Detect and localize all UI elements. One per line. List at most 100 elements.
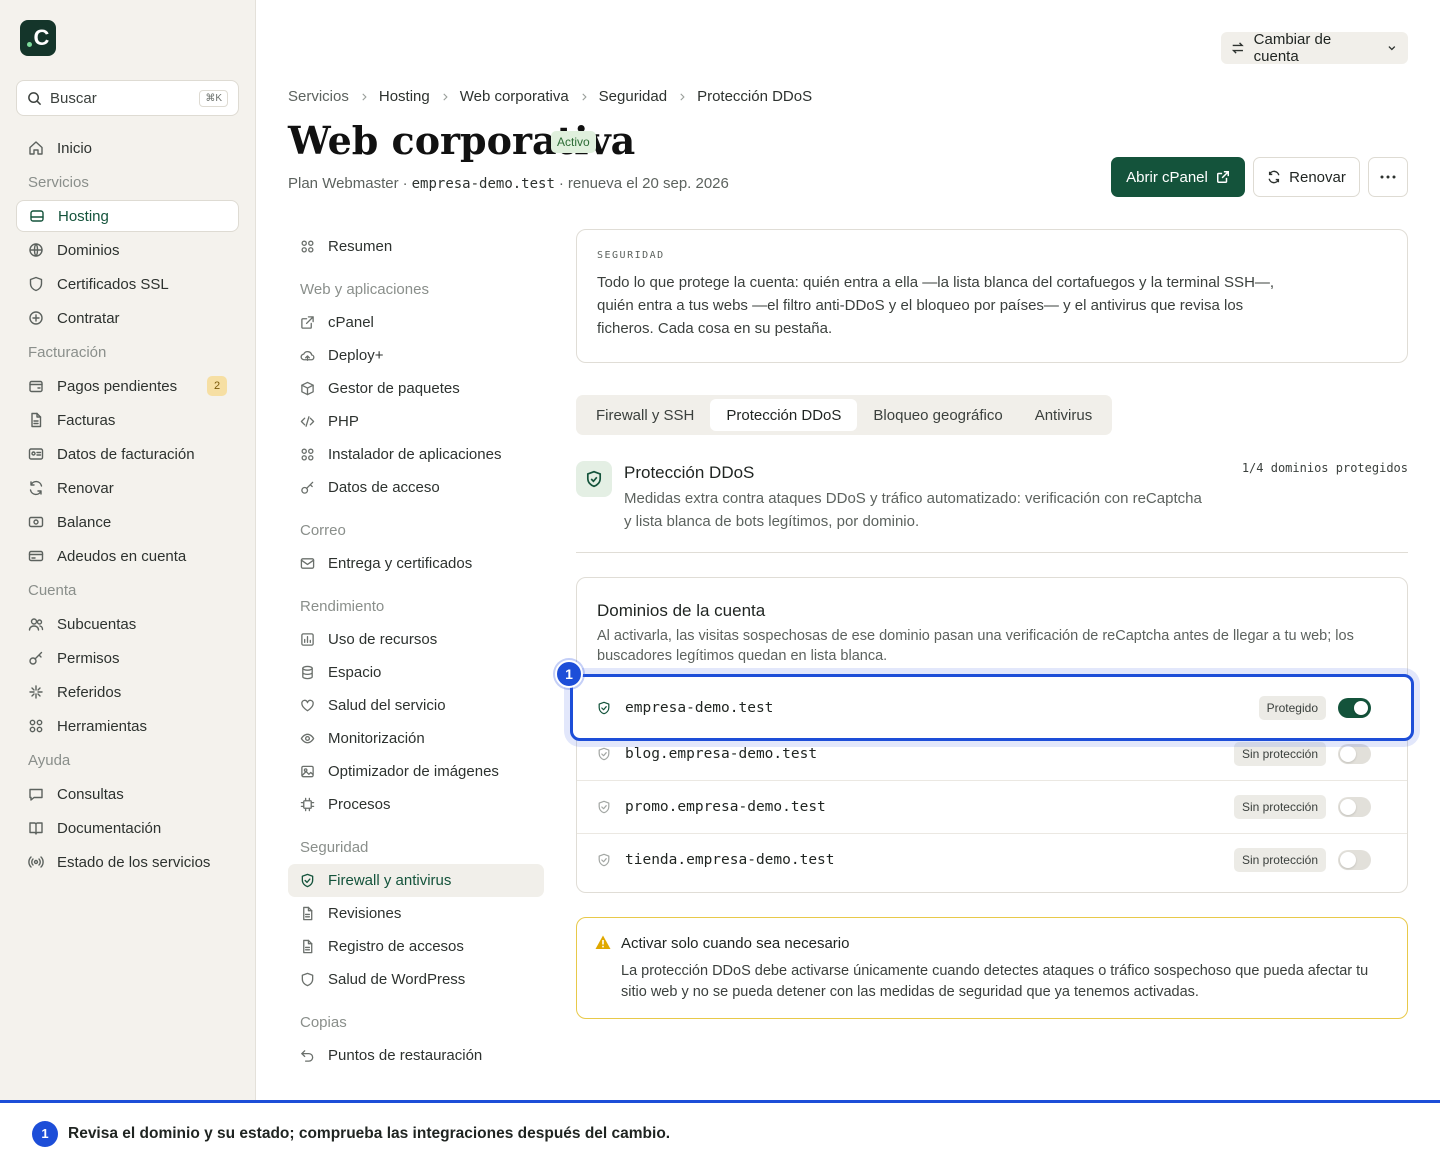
sidebar-item-certificados-ssl[interactable]: Certificados SSL (16, 268, 239, 300)
subnav-item-deploy[interactable]: Deploy+ (288, 339, 544, 372)
subnav-item-label: Salud de WordPress (328, 971, 466, 988)
shield-icon (28, 276, 44, 292)
status-badge: Activo (551, 131, 596, 153)
sidebar-item-adeudos-en-cuenta[interactable]: Adeudos en cuenta (16, 540, 239, 572)
credit-card-icon (28, 548, 44, 564)
subnav-item-entrega-y-certificados[interactable]: Entrega y certificados (288, 547, 544, 580)
subnav-item-firewall-y-antivirus[interactable]: Firewall y antivirus (288, 864, 544, 897)
breadcrumb-item-web-corporativa[interactable]: Web corporativa (460, 88, 569, 105)
tab-firewall-y-ssh[interactable]: Firewall y SSH (580, 399, 710, 431)
domain-name: blog.empresa-demo.test (625, 746, 818, 762)
ddos-toggle[interactable] (1338, 797, 1371, 817)
domain-name: empresa-demo.test (625, 699, 774, 716)
id-card-icon (28, 446, 44, 462)
subnav-item-registro-de-accesos[interactable]: Registro de accesos (288, 930, 544, 963)
chevron-down-icon (1388, 46, 1396, 51)
sidebar: C Buscar ⌘K Inicio Servicios Hosting Domini… (0, 0, 256, 1100)
subnav-item-label: Resumen (328, 238, 393, 255)
key-icon (28, 650, 44, 666)
more-options-button[interactable] (1368, 157, 1408, 197)
sidebar-item-referidos[interactable]: Referidos (16, 676, 239, 708)
subnav-item-revisiones[interactable]: Revisiones (288, 897, 544, 930)
sidebar-item-datos-de-facturacion[interactable]: Datos de facturación (16, 438, 239, 470)
domain-row: tienda.empresa-demo.test Sin protección (577, 833, 1407, 886)
sidebar-item-permisos[interactable]: Permisos (16, 642, 239, 674)
switch-account-button[interactable]: Cambiar de cuenta (1221, 31, 1408, 65)
refresh-icon (1268, 170, 1280, 184)
service-subnav: Resumen Web y aplicaciones cPanel Deploy+ Ge… (288, 230, 544, 1072)
sidebar-item-facturas[interactable]: Facturas (16, 404, 239, 436)
tab-bloqueo-geografico[interactable]: Bloqueo geográfico (857, 399, 1018, 431)
sidebar-item-inicio[interactable]: Inicio (16, 132, 239, 164)
subnav-item-uso-de-recursos[interactable]: Uso de recursos (288, 623, 544, 656)
sidebar-item-consultas[interactable]: Consultas (16, 778, 239, 810)
swap-icon (1231, 42, 1244, 54)
subnav-item-salud-de-wordpress[interactable]: Salud de WordPress (288, 963, 544, 996)
sidebar-item-pagos-pendientes[interactable]: Pagos pendientes 2 (16, 370, 239, 402)
subnav-item-resumen[interactable]: Resumen (288, 230, 544, 263)
subnav-item-instalador-de-aplicaciones[interactable]: Instalador de aplicaciones (288, 438, 544, 471)
open-cpanel-button[interactable]: Abrir cPanel (1111, 157, 1245, 197)
sidebar-item-herramientas[interactable]: Herramientas (16, 710, 239, 742)
subnav-item-puntos-de-restauracion[interactable]: Puntos de restauración (288, 1039, 544, 1072)
subnav-item-label: Puntos de restauración (328, 1047, 483, 1064)
sidebar-item-label: Inicio (57, 139, 93, 157)
ddos-toggle[interactable] (1338, 697, 1371, 718)
sidebar-item-estado-de-los-servicios[interactable]: Estado de los servicios (16, 846, 239, 878)
nav-section-label: Servicios (28, 173, 89, 191)
ddos-toggle[interactable] (1338, 850, 1371, 870)
domain-name: promo.empresa-demo.test (625, 799, 826, 815)
subnav-item-espacio[interactable]: Espacio (288, 656, 544, 689)
app-logo[interactable]: C (20, 20, 56, 56)
subnav-section-label: Correo (300, 522, 346, 539)
breadcrumb-item-seguridad[interactable]: Seguridad (599, 88, 667, 105)
more-icon (1380, 175, 1396, 179)
tab-proteccion-ddos[interactable]: Protección DDoS (710, 399, 858, 431)
sidebar-item-renovar[interactable]: Renovar (16, 472, 239, 504)
toggle-knob (1354, 700, 1368, 715)
domains-title: Dominios de la cuenta (597, 601, 766, 620)
sidebar-item-balance[interactable]: Balance (16, 506, 239, 538)
subnav-section-label: Web y aplicaciones (300, 281, 429, 298)
eye-icon (300, 731, 315, 746)
breadcrumb: Servicios Hosting Web corporativa Seguridad… (288, 88, 812, 105)
users-icon (28, 616, 44, 632)
search-input[interactable]: Buscar ⌘K (16, 80, 239, 116)
cpu-icon (300, 797, 315, 812)
sidebar-item-dominios[interactable]: Dominios (16, 234, 239, 266)
toggle-knob (1340, 746, 1356, 762)
subnav-item-label: Entrega y certificados (328, 555, 473, 572)
renew-button[interactable]: Renovar (1253, 157, 1360, 197)
breadcrumb-item-servicios[interactable]: Servicios (288, 88, 349, 105)
shield-check-icon (597, 747, 611, 761)
search-shortcut: ⌘K (199, 89, 228, 107)
ddos-toggle[interactable] (1338, 744, 1371, 764)
switch-account-label: Cambiar de cuenta (1253, 31, 1332, 65)
subnav-item-optimizador-de-imagenes[interactable]: Optimizador de imágenes (288, 755, 544, 788)
sidebar-item-hosting[interactable]: Hosting (16, 200, 239, 232)
sidebar-item-label: Hosting (58, 207, 109, 225)
subnav-item-datos-de-acceso[interactable]: Datos de acceso (288, 471, 544, 504)
sidebar-item-documentacion[interactable]: Documentación (16, 812, 239, 844)
breadcrumb-item-hosting[interactable]: Hosting (379, 88, 430, 105)
database-icon (300, 665, 315, 680)
pending-count-badge: 2 (207, 376, 227, 396)
image-icon (300, 764, 315, 779)
server-icon (29, 208, 45, 224)
banknote-icon (28, 514, 44, 530)
subnav-item-salud-del-servicio[interactable]: Salud del servicio (288, 689, 544, 722)
subnav-item-monitorizacion[interactable]: Monitorización (288, 722, 544, 755)
plan-name: Plan Webmaster (288, 175, 399, 192)
warning-text: La protección DDoS debe activarse únicam… (621, 963, 1369, 1000)
subnav-item-cpanel[interactable]: cPanel (288, 306, 544, 339)
search-placeholder: Buscar (50, 89, 97, 107)
subnav-item-php[interactable]: PHP (288, 405, 544, 438)
sidebar-item-subcuentas[interactable]: Subcuentas (16, 608, 239, 640)
shield-check-icon (576, 461, 612, 497)
subnav-item-gestor-de-paquetes[interactable]: Gestor de paquetes (288, 372, 544, 405)
plan-domain: empresa-demo.test (411, 175, 555, 192)
sidebar-item-label: Estado de los servicios (57, 853, 211, 871)
sidebar-item-contratar[interactable]: Contratar (16, 302, 239, 334)
tab-antivirus[interactable]: Antivirus (1019, 399, 1109, 431)
subnav-item-procesos[interactable]: Procesos (288, 788, 544, 821)
